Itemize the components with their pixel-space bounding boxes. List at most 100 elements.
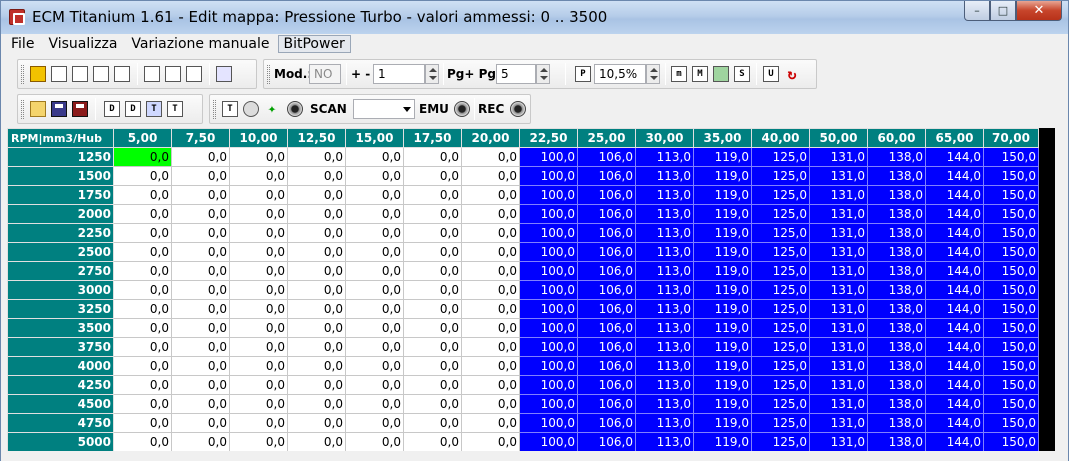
map-cell[interactable]: 100,0 bbox=[519, 432, 578, 452]
percent-input[interactable]: 10,5% bbox=[594, 64, 646, 84]
map-cell[interactable]: 0,0 bbox=[461, 337, 520, 357]
column-header[interactable]: 60,00 bbox=[867, 128, 926, 148]
d-icon[interactable]: D bbox=[104, 101, 120, 117]
windows-icon[interactable] bbox=[51, 66, 67, 82]
toolbar-grip[interactable] bbox=[21, 65, 24, 84]
map-cell[interactable]: 150,0 bbox=[983, 394, 1039, 414]
map-cell[interactable]: 0,0 bbox=[461, 166, 520, 186]
map-cell[interactable]: 113,0 bbox=[635, 356, 694, 376]
map-cell[interactable]: 0,0 bbox=[171, 318, 230, 338]
t-tool-icon[interactable]: T bbox=[222, 101, 238, 117]
check-icon[interactable] bbox=[144, 66, 160, 82]
map-cell[interactable]: 119,0 bbox=[693, 147, 752, 167]
map-cell[interactable]: 0,0 bbox=[345, 147, 404, 167]
map-cell[interactable]: 0,0 bbox=[403, 356, 462, 376]
map-cell[interactable]: 119,0 bbox=[693, 223, 752, 243]
map-cell[interactable]: 113,0 bbox=[635, 147, 694, 167]
mod-field[interactable]: NO bbox=[309, 64, 341, 84]
map-cell[interactable]: 0,0 bbox=[345, 432, 404, 452]
map-cell[interactable]: 113,0 bbox=[635, 413, 694, 433]
map-cell[interactable]: 0,0 bbox=[461, 356, 520, 376]
map-cell[interactable]: 144,0 bbox=[925, 280, 984, 300]
map-cell[interactable]: 0,0 bbox=[345, 185, 404, 205]
map-cell[interactable]: 0,0 bbox=[345, 413, 404, 433]
column-header[interactable]: 30,00 bbox=[635, 128, 694, 148]
map-cell[interactable]: 125,0 bbox=[751, 242, 810, 262]
map-cell[interactable]: 0,0 bbox=[171, 394, 230, 414]
map-cell[interactable]: 0,0 bbox=[403, 413, 462, 433]
map-cell[interactable]: 0,0 bbox=[287, 280, 346, 300]
row-header[interactable]: 2250 bbox=[7, 223, 114, 243]
map-cell[interactable]: 113,0 bbox=[635, 318, 694, 338]
map-cell[interactable]: 106,0 bbox=[577, 185, 636, 205]
map-cell[interactable]: 144,0 bbox=[925, 204, 984, 224]
h-icon[interactable] bbox=[72, 66, 88, 82]
map-cell[interactable]: 138,0 bbox=[867, 204, 926, 224]
map-cell[interactable]: 0,0 bbox=[403, 166, 462, 186]
map-cell[interactable]: 100,0 bbox=[519, 204, 578, 224]
map-cell[interactable]: 131,0 bbox=[809, 280, 868, 300]
row-header[interactable]: 4000 bbox=[7, 356, 114, 376]
map-cell[interactable]: 106,0 bbox=[577, 223, 636, 243]
map-cell[interactable]: 0,0 bbox=[171, 147, 230, 167]
map-cell[interactable]: 0,0 bbox=[461, 147, 520, 167]
map-cell[interactable]: 0,0 bbox=[287, 204, 346, 224]
map-cell[interactable]: 0,0 bbox=[113, 413, 172, 433]
map-cell[interactable]: 0,0 bbox=[229, 261, 288, 281]
map-cell[interactable]: 144,0 bbox=[925, 185, 984, 205]
map-cell[interactable]: 100,0 bbox=[519, 356, 578, 376]
map-cell[interactable]: 0,0 bbox=[461, 280, 520, 300]
column-header[interactable]: 70,00 bbox=[983, 128, 1039, 148]
rec-button-icon[interactable] bbox=[510, 101, 526, 117]
map-cell[interactable]: 100,0 bbox=[519, 375, 578, 395]
map-cell[interactable]: 150,0 bbox=[983, 413, 1039, 433]
graph-icon[interactable] bbox=[93, 66, 109, 82]
map-cell[interactable]: 100,0 bbox=[519, 223, 578, 243]
map-cell[interactable]: 125,0 bbox=[751, 280, 810, 300]
map-cell[interactable]: 0,0 bbox=[113, 318, 172, 338]
map-cell[interactable]: 106,0 bbox=[577, 413, 636, 433]
map-cell[interactable]: 106,0 bbox=[577, 242, 636, 262]
map-cell[interactable]: 150,0 bbox=[983, 261, 1039, 281]
map-cell[interactable]: 106,0 bbox=[577, 166, 636, 186]
row-header[interactable]: 3750 bbox=[7, 337, 114, 357]
map-cell[interactable]: 113,0 bbox=[635, 299, 694, 319]
map-cell[interactable]: 0,0 bbox=[461, 432, 520, 452]
map-cell[interactable]: 0,0 bbox=[113, 204, 172, 224]
map-cell[interactable]: 0,0 bbox=[403, 375, 462, 395]
map-cell[interactable]: 144,0 bbox=[925, 166, 984, 186]
t-alt-icon[interactable]: T bbox=[167, 101, 183, 117]
map-cell[interactable]: 131,0 bbox=[809, 432, 868, 452]
map-cell[interactable]: 150,0 bbox=[983, 337, 1039, 357]
map-cell[interactable]: 0,0 bbox=[403, 223, 462, 243]
map-cell[interactable]: 125,0 bbox=[751, 166, 810, 186]
map-cell[interactable]: 0,0 bbox=[461, 204, 520, 224]
map-cell[interactable]: 100,0 bbox=[519, 242, 578, 262]
map-cell[interactable]: 0,0 bbox=[403, 242, 462, 262]
map-cell[interactable]: 113,0 bbox=[635, 185, 694, 205]
column-header[interactable]: 10,00 bbox=[229, 128, 288, 148]
map-cell[interactable]: 144,0 bbox=[925, 261, 984, 281]
map-cell[interactable]: 150,0 bbox=[983, 185, 1039, 205]
map-cell[interactable]: 0,0 bbox=[113, 223, 172, 243]
map-cell[interactable]: 138,0 bbox=[867, 394, 926, 414]
map-cell[interactable]: 0,0 bbox=[287, 394, 346, 414]
map-cell[interactable]: 100,0 bbox=[519, 337, 578, 357]
map-cell[interactable]: 144,0 bbox=[925, 394, 984, 414]
map-cell[interactable]: 144,0 bbox=[925, 242, 984, 262]
map-cell[interactable]: 0,0 bbox=[171, 166, 230, 186]
map-cell[interactable]: 100,0 bbox=[519, 261, 578, 281]
menu-bitpower[interactable]: BitPower bbox=[277, 35, 351, 53]
column-header[interactable]: 15,00 bbox=[345, 128, 404, 148]
map-cell[interactable]: 0,0 bbox=[171, 242, 230, 262]
map-cell[interactable]: 119,0 bbox=[693, 166, 752, 186]
map-cell[interactable]: 0,0 bbox=[345, 356, 404, 376]
map-cell[interactable]: 106,0 bbox=[577, 375, 636, 395]
map-cell[interactable]: 150,0 bbox=[983, 242, 1039, 262]
map-cell[interactable]: 106,0 bbox=[577, 432, 636, 452]
map-cell[interactable]: 0,0 bbox=[345, 375, 404, 395]
map-cell[interactable]: 100,0 bbox=[519, 280, 578, 300]
map-cell[interactable]: 150,0 bbox=[983, 166, 1039, 186]
map-cell[interactable]: 150,0 bbox=[983, 204, 1039, 224]
map-cell[interactable]: 0,0 bbox=[113, 432, 172, 452]
